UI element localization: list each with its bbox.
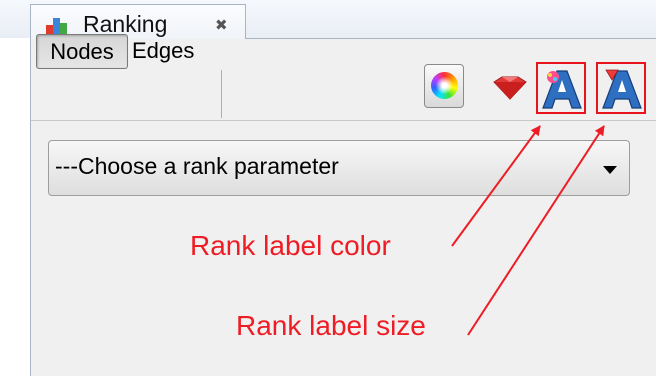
arrow-label-color bbox=[451, 125, 541, 247]
annotation-label-size: Rank label size bbox=[236, 310, 426, 341]
ranking-panel: Ranking ✖ Nodes Edges ---Choose a rank p… bbox=[0, 0, 656, 376]
annotation-label-color: Rank label color bbox=[190, 230, 391, 261]
arrow-label-size bbox=[467, 125, 605, 336]
